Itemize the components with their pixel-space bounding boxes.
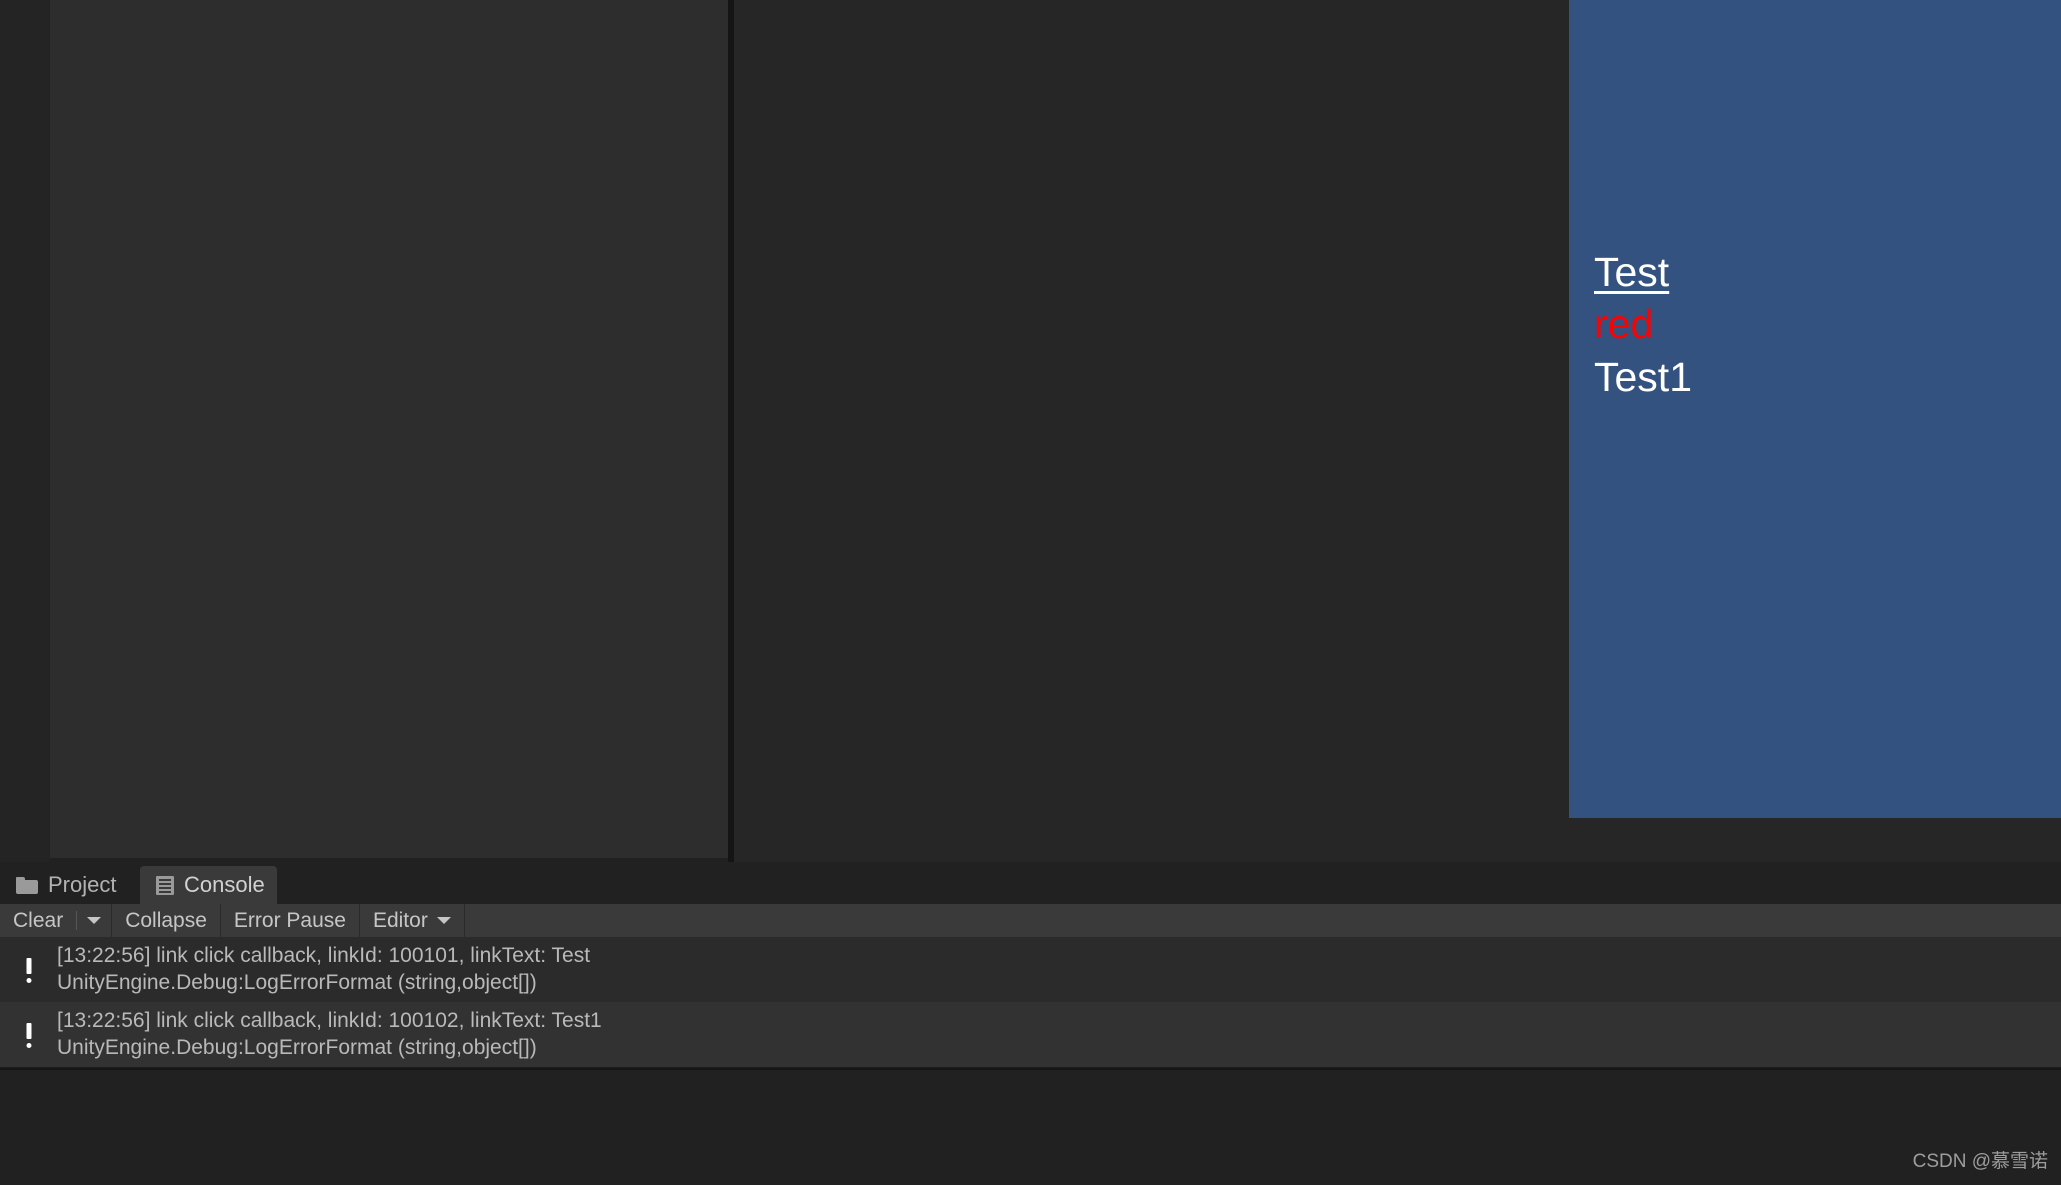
game-view-text-block: Test red Test1 — [1594, 246, 1692, 403]
error-pause-toggle[interactable]: Error Pause — [220, 904, 360, 937]
console-icon — [156, 875, 174, 895]
error-icon — [10, 1016, 48, 1054]
unity-editor-window: Test red Test1 Project Console Clear Col… — [0, 0, 2061, 1185]
clear-button-label: Clear — [13, 908, 64, 932]
toolbar-filler — [464, 904, 2061, 937]
tab-project[interactable]: Project — [0, 866, 133, 904]
game-text-test1[interactable]: Test1 — [1594, 351, 1692, 403]
chevron-down-icon — [87, 917, 102, 924]
log-entry-text: [13:22:56] link click callback, linkId: … — [57, 943, 590, 996]
editor-dropdown-label: Editor — [372, 908, 428, 932]
collapse-toggle[interactable]: Collapse — [112, 904, 221, 937]
chevron-down-icon — [436, 917, 451, 924]
error-pause-toggle-label: Error Pause — [233, 908, 346, 932]
console-log-list[interactable]: [13:22:56] link click callback, linkId: … — [0, 937, 2061, 1068]
clear-button-group: Clear — [0, 904, 113, 937]
clear-button[interactable]: Clear — [0, 904, 77, 937]
log-entry-stacktrace: UnityEngine.Debug:LogErrorFormat (string… — [57, 971, 537, 994]
log-entry-row[interactable]: [13:22:56] link click callback, linkId: … — [0, 1002, 2061, 1067]
game-view-pane — [734, 0, 2061, 862]
editor-dropdown-button[interactable]: Editor — [359, 904, 465, 937]
watermark-label: CSDN @慕雪诺 — [1912, 1151, 2048, 1172]
game-view-canvas[interactable] — [1569, 0, 2061, 818]
log-entry-message: [13:22:56] link click callback, linkId: … — [57, 1009, 602, 1032]
bottom-dock: Project Console Clear Collapse Error Pau… — [0, 862, 2061, 1185]
log-entry-message: [13:22:56] link click callback, linkId: … — [57, 944, 591, 967]
left-dock-gutter — [0, 0, 50, 862]
clear-dropdown-button[interactable] — [77, 904, 112, 937]
log-entry-text: [13:22:56] link click callback, linkId: … — [57, 1008, 602, 1061]
tab-console-label: Console — [184, 872, 265, 897]
game-text-link-test[interactable]: Test — [1594, 246, 1692, 298]
error-icon — [10, 951, 48, 989]
folder-icon — [16, 876, 38, 894]
scene-hierarchy-pane[interactable] — [50, 0, 728, 858]
tab-console[interactable]: Console — [140, 866, 277, 904]
console-toolbar: Clear Collapse Error Pause Editor — [0, 904, 2061, 937]
collapse-toggle-label: Collapse — [125, 908, 207, 932]
log-entry-stacktrace: UnityEngine.Debug:LogErrorFormat (string… — [57, 1036, 537, 1059]
editor-top-area: Test red Test1 — [0, 0, 2061, 862]
tab-project-label: Project — [48, 872, 117, 897]
game-text-red: red — [1594, 301, 1654, 348]
dock-tabbar: Project Console — [0, 862, 2061, 904]
log-entry-row[interactable]: [13:22:56] link click callback, linkId: … — [0, 937, 2061, 1002]
console-detail-panel[interactable] — [0, 1068, 2061, 1185]
